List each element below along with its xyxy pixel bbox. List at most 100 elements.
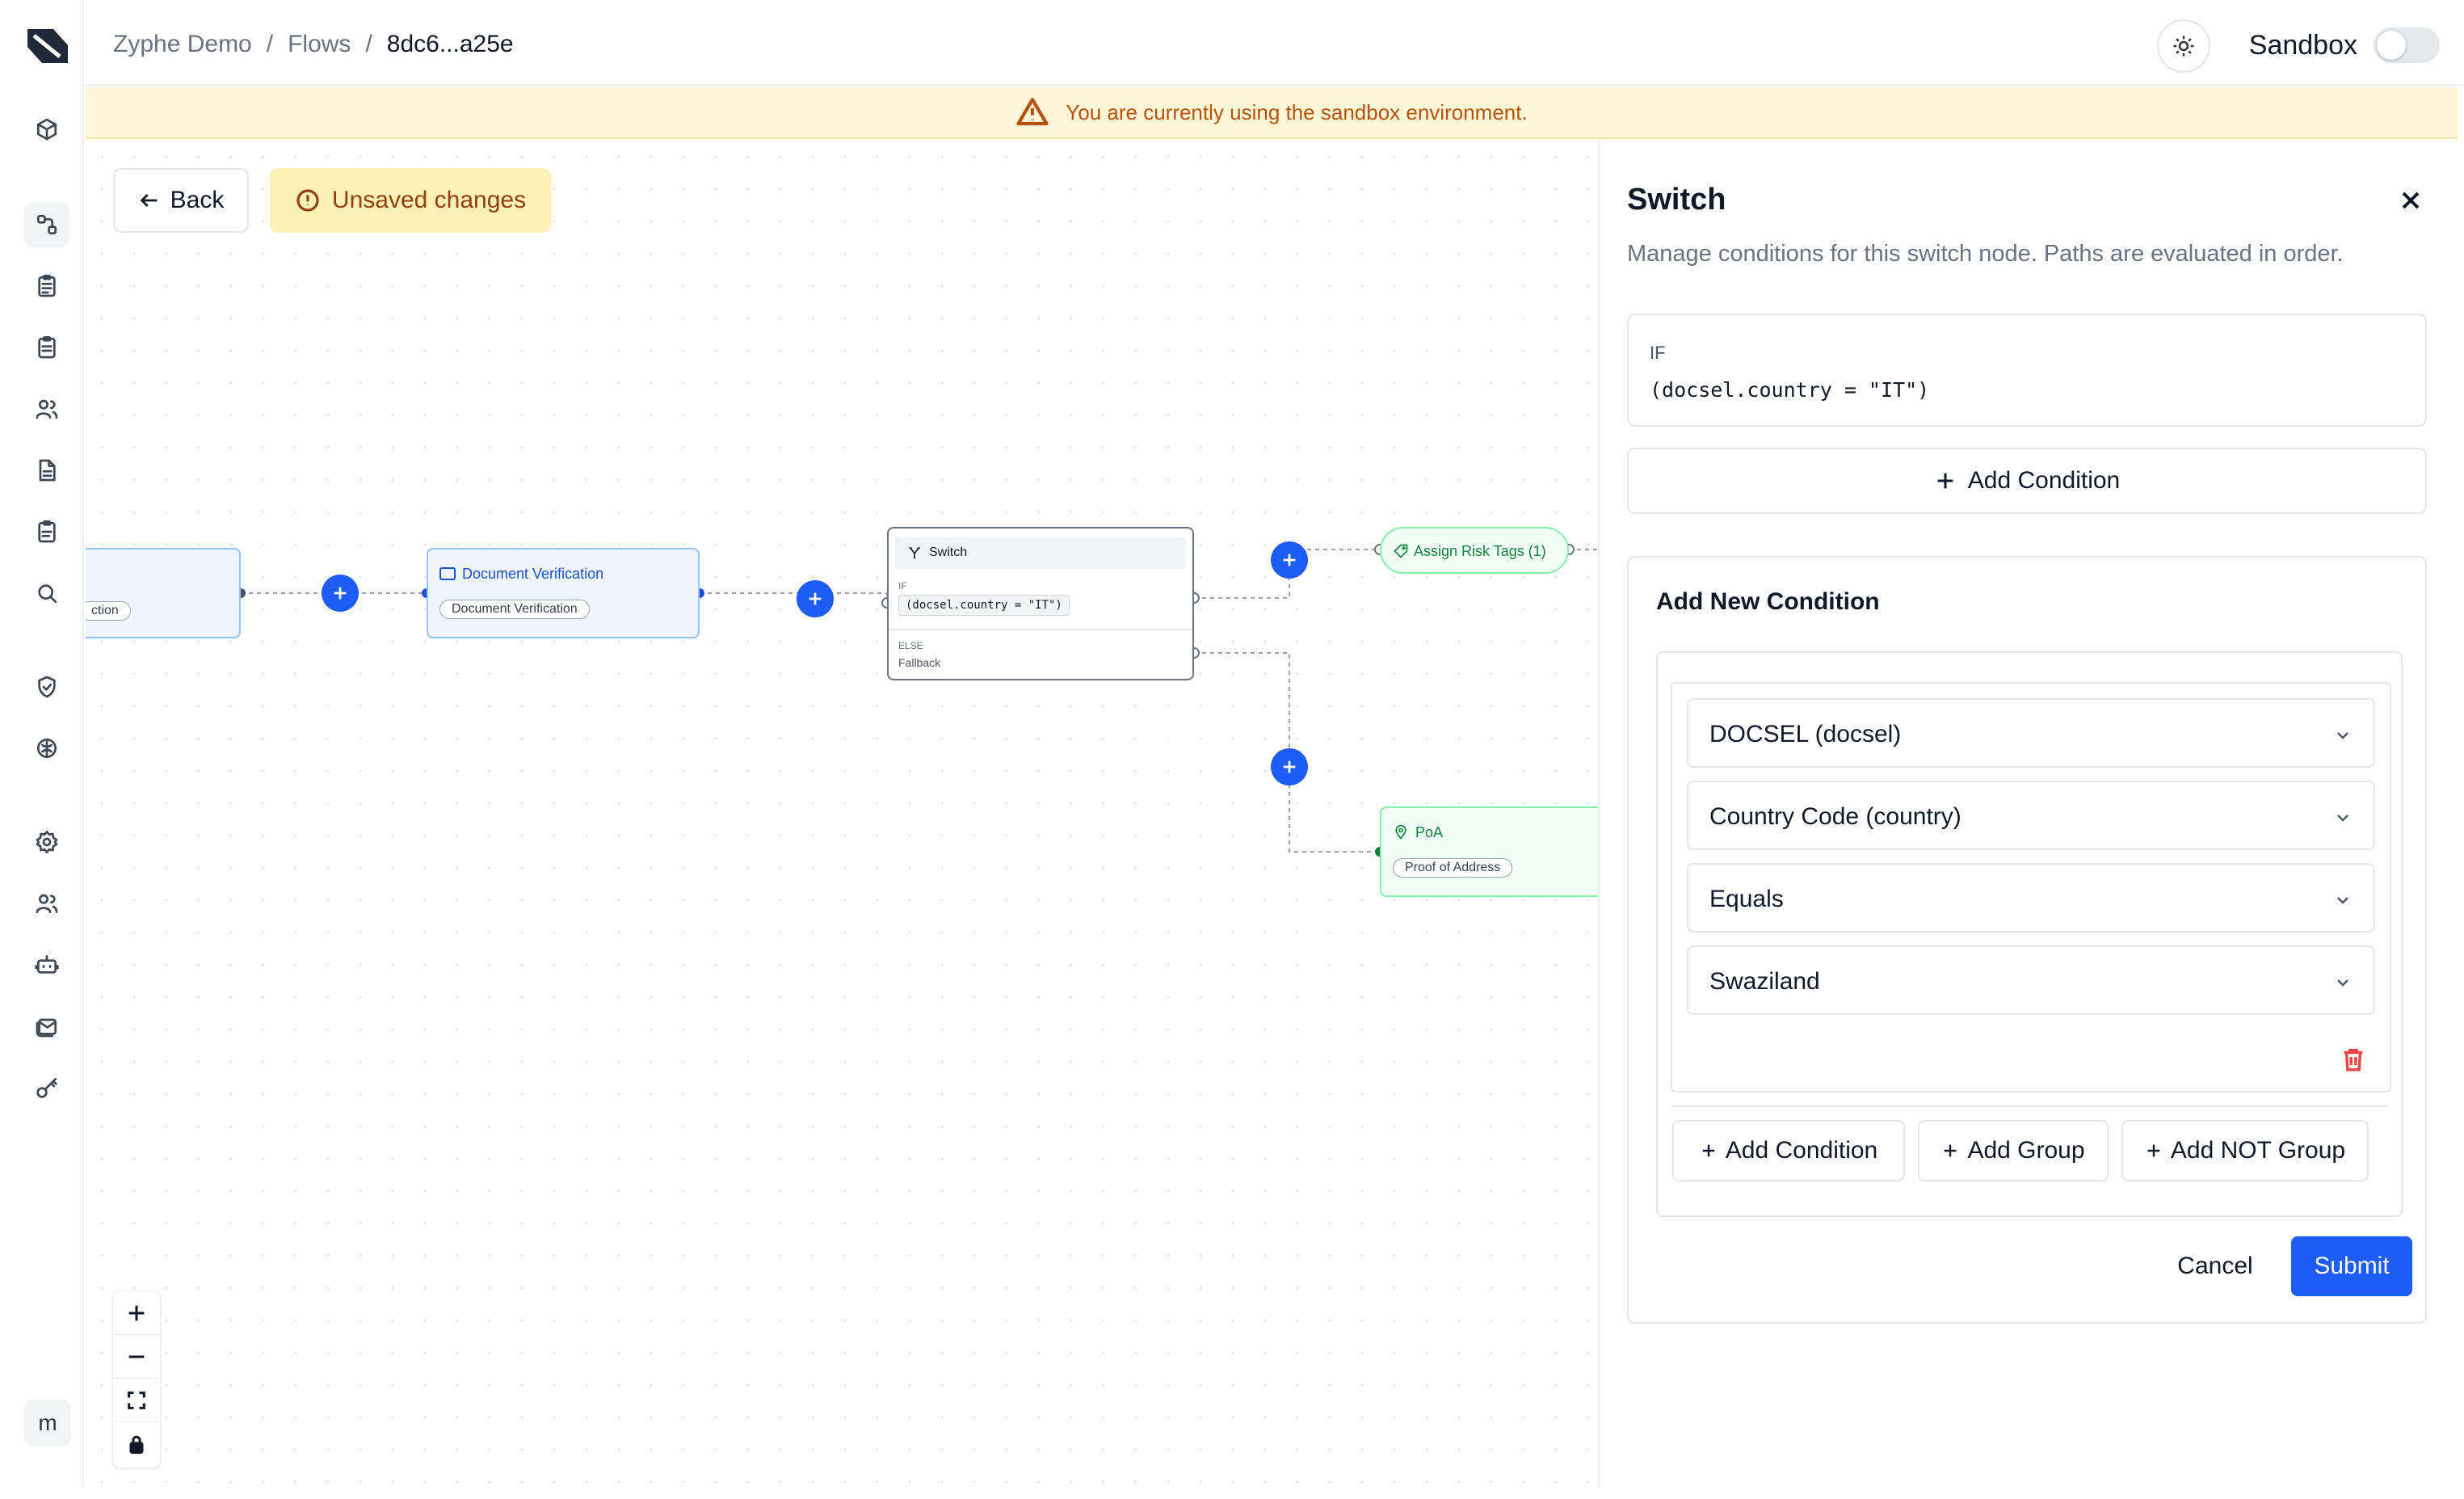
switch-condition: (docsel.country = "IT")	[898, 595, 1070, 616]
operator-select[interactable]: Equals	[1687, 863, 2375, 933]
node-title: PoA	[1415, 824, 1444, 840]
field-select[interactable]: Country Code (country)	[1687, 781, 2375, 850]
zoom-out-button[interactable]	[113, 1335, 160, 1379]
shield-icon[interactable]	[24, 664, 69, 709]
search-icon[interactable]	[24, 571, 69, 616]
breadcrumb-flows[interactable]: Flows	[288, 31, 351, 58]
back-button[interactable]: Back	[113, 168, 249, 233]
sidebar: m	[10, 0, 84, 1487]
tag-icon	[1394, 544, 1408, 558]
close-button[interactable]	[2396, 186, 2425, 215]
theme-toggle-button[interactable]	[2157, 19, 2210, 73]
plus-icon	[128, 1305, 145, 1320]
add-not-group-label: Add NOT Group	[2170, 1137, 2346, 1164]
add-condition-label: Add Condition	[1725, 1137, 1878, 1164]
panel-description: Manage conditions for this switch node. …	[1627, 241, 2344, 267]
select-value: Swaziland	[1709, 968, 1820, 995]
node-title: Document Verification	[462, 566, 604, 582]
select-value: DOCSEL (docsel)	[1709, 721, 1902, 747]
fit-view-button[interactable]	[113, 1379, 160, 1422]
plus-icon	[1945, 1144, 1957, 1157]
team-icon[interactable]	[24, 881, 69, 926]
back-label: Back	[170, 187, 225, 213]
zyphe-logo[interactable]	[23, 21, 73, 71]
unsaved-label: Unsaved changes	[331, 187, 527, 213]
condition-expression: (docsel.country = "IT")	[1650, 378, 1930, 402]
chevron-down-icon	[2337, 897, 2348, 904]
key-icon[interactable]	[24, 1065, 69, 1110]
breadcrumb-org[interactable]: Zyphe Demo	[113, 31, 252, 58]
delete-condition-button[interactable]	[2340, 1044, 2367, 1075]
flow-node-document-verification[interactable]: Document Verification Document Verificat…	[427, 548, 700, 638]
value-select[interactable]: Swaziland	[1687, 945, 2375, 1015]
warning-icon	[1016, 98, 1049, 126]
add-group-button[interactable]: Add Group	[1918, 1120, 2109, 1181]
cancel-button[interactable]: Cancel	[2159, 1236, 2272, 1296]
close-icon	[2402, 192, 2420, 209]
add-condition-button[interactable]: Add Condition	[1627, 448, 2427, 514]
sandbox-toggle[interactable]	[2374, 27, 2440, 63]
clipboard-icon[interactable]	[24, 263, 69, 309]
users-icon[interactable]	[24, 386, 69, 432]
flow-canvas[interactable]: Back Unsaved changes ction Document Veri…	[86, 141, 1598, 1487]
plus-icon	[809, 592, 822, 605]
plus-icon	[1283, 760, 1296, 773]
existing-condition-card[interactable]: IF (docsel.country = "IT")	[1627, 314, 2427, 427]
sun-icon	[2173, 36, 2194, 57]
minus-icon	[128, 1354, 145, 1358]
fit-view-icon	[128, 1391, 145, 1409]
split-icon	[909, 547, 920, 559]
bot-icon[interactable]	[24, 942, 69, 987]
user-avatar[interactable]: m	[24, 1400, 71, 1446]
node-pill: ction	[86, 601, 131, 621]
select-value: Country Code (country)	[1709, 803, 1962, 830]
node-title: Switch	[929, 545, 968, 559]
plus-icon	[1937, 473, 1953, 489]
location-icon	[1395, 824, 1406, 840]
id-card-icon	[439, 567, 456, 580]
submit-button[interactable]: Submit	[2291, 1236, 2412, 1296]
if-label: IF	[898, 580, 907, 592]
chevron-down-icon	[2337, 979, 2348, 987]
divider	[889, 629, 1192, 630]
add-not-group-button[interactable]: Add NOT Group	[2121, 1120, 2369, 1181]
trash-icon	[2344, 1048, 2363, 1072]
box-icon[interactable]	[24, 107, 69, 152]
clipboard-check-icon[interactable]	[24, 509, 69, 554]
breadcrumb-separator: /	[266, 31, 274, 57]
breadcrumb-current: 8dc6...a25e	[386, 31, 514, 57]
add-node-button[interactable]	[1271, 748, 1308, 785]
mail-stack-icon[interactable]	[24, 1004, 69, 1049]
clipboard-list-icon[interactable]	[24, 325, 69, 370]
app-window: m Zyphe Demo / Flows / 8dc6...a25e Sandb…	[0, 0, 2464, 1499]
add-group-label: Add Group	[1967, 1137, 2085, 1164]
flow-node-assign-risk-tags[interactable]: Assign Risk Tags (1)	[1380, 527, 1569, 574]
add-node-button[interactable]	[797, 580, 834, 617]
switch-panel: Switch Manage conditions for this switch…	[1598, 141, 2458, 1487]
add-node-button[interactable]	[1271, 541, 1308, 579]
source-select[interactable]: DOCSEL (docsel)	[1687, 698, 2375, 768]
breadcrumb: Zyphe Demo / Flows / 8dc6...a25e	[113, 31, 514, 58]
flow-node-poa[interactable]: PoA Proof of Address	[1380, 806, 1598, 897]
select-value: Equals	[1709, 886, 1784, 912]
chevron-down-icon	[2337, 732, 2348, 739]
flow-node-switch[interactable]: Switch IF (docsel.country = "IT") ELSE F…	[887, 527, 1194, 680]
flow-node-previous[interactable]: ction	[86, 548, 241, 638]
node-pill: Proof of Address	[1393, 858, 1513, 878]
breadcrumb-separator: /	[365, 31, 372, 57]
settings-icon[interactable]	[24, 819, 69, 865]
node-pill: Document Verification	[439, 600, 590, 619]
add-condition-button[interactable]: Add Condition	[1672, 1120, 1905, 1181]
new-condition-title: Add New Condition	[1656, 588, 1880, 615]
lock-button[interactable]	[113, 1422, 160, 1466]
add-node-button[interactable]	[322, 575, 359, 612]
node-title: Assign Risk Tags (1)	[1414, 543, 1546, 559]
chevron-down-icon	[2337, 815, 2348, 822]
file-text-icon[interactable]	[24, 448, 69, 493]
top-header: Zyphe Demo / Flows / 8dc6...a25e Sandbox	[86, 0, 2464, 86]
flow-edges	[236, 544, 1598, 857]
brain-icon[interactable]	[24, 726, 69, 771]
lock-icon	[129, 1435, 144, 1455]
flows-icon[interactable]	[24, 202, 69, 247]
zoom-in-button[interactable]	[113, 1291, 160, 1335]
